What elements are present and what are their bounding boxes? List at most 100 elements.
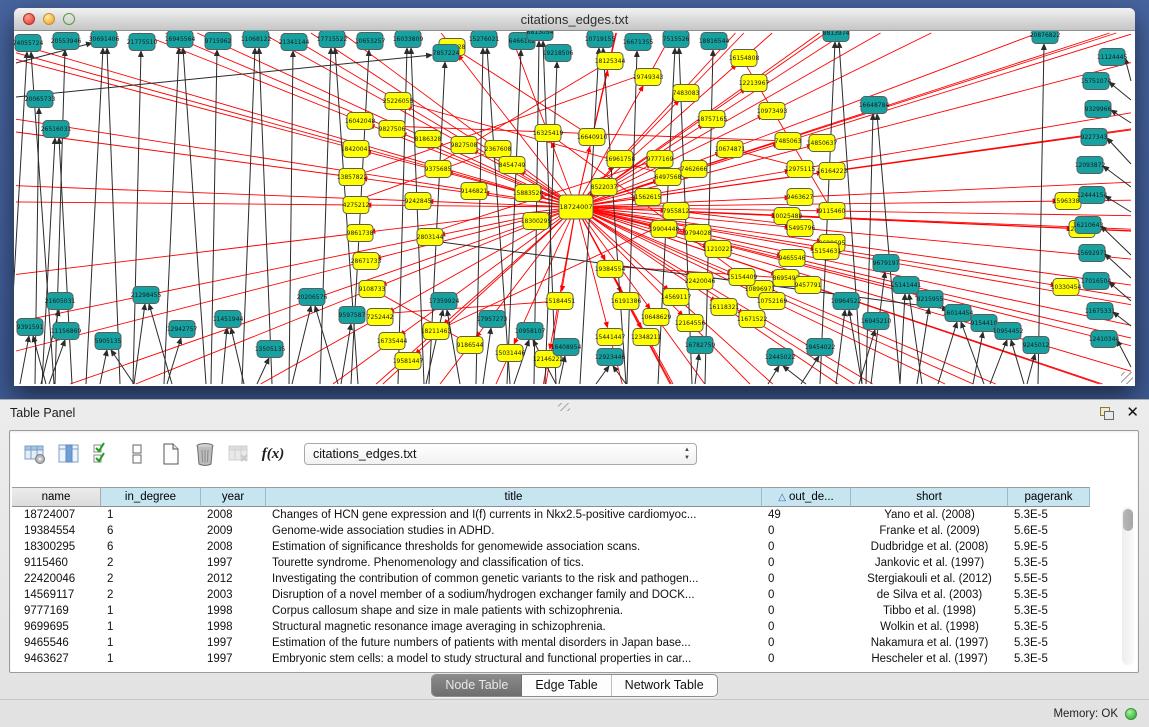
graph-node[interactable]: 11451944 [213, 311, 244, 328]
graph-node[interactable]: 16408954 [551, 339, 582, 356]
table-row[interactable]: 1938455462009Genome-wide association stu… [12, 523, 1136, 539]
graph-node[interactable]: 16671355 [623, 34, 654, 51]
table-row[interactable]: 946362711997Embryonic stem cells: a mode… [12, 651, 1136, 667]
graph-node[interactable]: 9245012 [1023, 337, 1050, 354]
graph-node[interactable]: 30691406 [89, 31, 120, 48]
graph-node[interactable]: 10674871 [715, 141, 746, 158]
graph-node[interactable]: 21341144 [279, 34, 310, 51]
table-row[interactable]: 911546021997Tourette syndrome. Phenomeno… [12, 555, 1136, 571]
tab-network-table[interactable]: Network Table [612, 675, 717, 696]
graph-node[interactable]: 8215955 [917, 291, 944, 308]
graph-node[interactable]: 12444154 [1077, 187, 1108, 204]
graph-node[interactable]: 12164556 [675, 315, 706, 332]
graph-node[interactable]: 16042048 [345, 113, 376, 130]
table-row[interactable]: 946554611997Estimation of the future num… [12, 635, 1136, 651]
graph-node[interactable]: 9463627 [787, 189, 814, 206]
graph-node[interactable]: 16961758 [605, 151, 636, 168]
table-row[interactable]: 1456911722003Disruption of a novel membe… [12, 587, 1136, 603]
graph-node[interactable]: 14569117 [661, 289, 692, 306]
graph-node[interactable]: 12213967 [739, 75, 770, 92]
graph-node[interactable]: 16945564 [165, 31, 196, 48]
graph-node[interactable]: 7515526 [663, 31, 690, 48]
graph-node[interactable]: 11210221 [703, 241, 734, 258]
graph-node[interactable]: 7955812 [663, 203, 690, 220]
graph-node[interactable]: 16154808 [729, 50, 760, 67]
graph-node[interactable]: 7462666 [681, 161, 708, 178]
graph-node[interactable]: 9375685 [425, 161, 452, 178]
graph-node[interactable]: 15154631 [811, 243, 842, 260]
pane-divider-grip-icon[interactable] [558, 403, 570, 411]
graph-node[interactable]: 19218506 [543, 45, 574, 62]
resize-grip-icon[interactable] [1121, 372, 1133, 384]
graph-node[interactable]: 20553946 [51, 33, 82, 50]
graph-node[interactable]: 15184451 [545, 293, 576, 310]
graph-node[interactable]: 16014454 [943, 305, 974, 322]
table-selector-dropdown[interactable]: citations_edges.txt ▲▼ [304, 443, 697, 465]
graph-node[interactable]: 16191386 [611, 293, 642, 310]
graph-node[interactable]: 16118321 [709, 299, 740, 316]
select-rows-icon[interactable] [88, 439, 118, 469]
graph-node[interactable]: 9115460 [819, 203, 846, 220]
graph-node[interactable]: 10958107 [515, 323, 546, 340]
graph-node[interactable]: 16735444 [377, 333, 408, 350]
graph-node[interactable]: 15883520 [513, 185, 544, 202]
graph-node[interactable]: 18300295 [521, 213, 552, 230]
graph-node[interactable]: 10973493 [757, 103, 788, 120]
graph-node[interactable]: 9777169 [647, 151, 674, 168]
graph-node[interactable]: 8813054 [527, 31, 554, 41]
graph-node[interactable]: 19384554 [595, 261, 626, 278]
graph-node[interactable]: 4275212 [343, 197, 370, 214]
graph-node[interactable]: 15154409 [727, 269, 758, 286]
graph-node[interactable]: 12348211 [631, 329, 662, 346]
graph-node[interactable]: 15692971 [1077, 245, 1108, 262]
hub-node[interactable]: 18724007 [559, 195, 593, 219]
column-header-out_de[interactable]: △out_de... [762, 487, 851, 507]
graph-node[interactable]: 9827508 [451, 137, 478, 154]
graph-node[interactable]: 15276021 [469, 31, 500, 48]
graph-node[interactable]: 12093872 [1075, 157, 1106, 174]
graph-node[interactable]: 12445022 [765, 349, 796, 366]
graph-node[interactable]: 11675331 [1085, 303, 1116, 320]
graph-node[interactable]: 16648784 [859, 97, 890, 114]
graph-node[interactable]: 9108733 [359, 281, 386, 298]
column-header-pagerank[interactable]: pagerank [1008, 487, 1090, 507]
graph-node[interactable]: 8186328 [415, 131, 442, 148]
citation-network-graph[interactable]: 2522605598275068186328982750823676089375… [14, 31, 1135, 386]
graph-node[interactable]: 7485063 [775, 133, 802, 150]
merge-cells-icon[interactable] [122, 439, 152, 469]
graph-node[interactable]: 15031446 [495, 345, 526, 362]
graph-node[interactable]: 16782759 [685, 337, 716, 354]
graph-node[interactable]: 13857822 [337, 169, 368, 186]
graph-node[interactable]: 21298455 [131, 287, 162, 304]
graph-node[interactable]: 19904448 [649, 221, 680, 238]
graph-node[interactable]: 16164223 [817, 163, 848, 180]
column-header-short[interactable]: short [851, 487, 1008, 507]
graph-node[interactable]: 19749343 [633, 69, 664, 86]
table-row[interactable]: 1830029562008Estimation of significance … [12, 539, 1136, 555]
show-columns-icon[interactable] [54, 439, 84, 469]
graph-node[interactable]: 9715962 [205, 33, 232, 50]
graph-node[interactable]: 18125344 [595, 53, 626, 70]
graph-node[interactable]: 9146821 [461, 183, 488, 200]
graph-node[interactable]: 17957273 [477, 311, 508, 328]
table-settings-icon[interactable] [20, 439, 50, 469]
tab-edge-table[interactable]: Edge Table [522, 675, 611, 696]
table-scrollbar[interactable] [1122, 507, 1134, 665]
graph-node[interactable]: 18816544 [699, 33, 730, 50]
graph-node[interactable]: 7483083 [673, 85, 700, 102]
graph-node[interactable]: 9391591 [17, 319, 44, 336]
graph-node[interactable]: 9227343 [1081, 129, 1108, 146]
graph-node[interactable]: 9679197 [873, 255, 900, 272]
graph-node[interactable]: 9827506 [379, 121, 406, 138]
new-document-icon[interactable] [156, 439, 186, 469]
table-row[interactable]: 969969511998Structural magnetic resonanc… [12, 619, 1136, 635]
table-row[interactable]: 1872400712008Changes of HCN gene express… [12, 507, 1136, 523]
graph-node[interactable]: 9861738 [347, 225, 374, 242]
graph-node[interactable]: 19581447 [393, 353, 424, 370]
graph-node[interactable]: 18420041 [341, 141, 372, 158]
column-header-title[interactable]: title [266, 487, 762, 507]
function-builder-icon[interactable]: f(x) [258, 439, 288, 469]
graph-node[interactable]: 12942757 [167, 321, 198, 338]
graph-node[interactable]: 15141441 [891, 277, 922, 294]
graph-node[interactable]: 26516031 [41, 121, 72, 138]
